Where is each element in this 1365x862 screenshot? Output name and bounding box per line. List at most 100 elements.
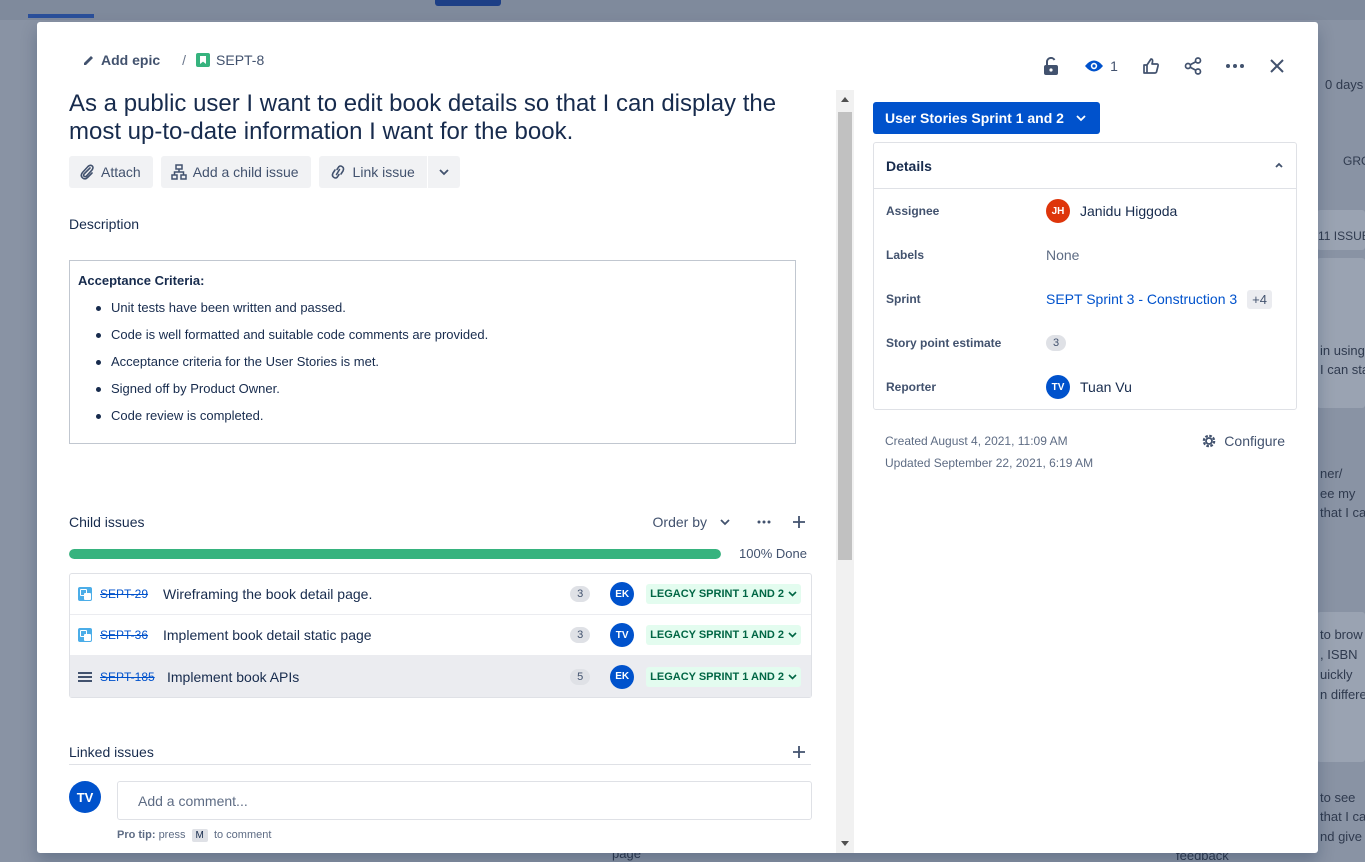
backdrop-text: 11 ISSUES [1318,229,1365,243]
assignee-label: Assignee [886,204,940,218]
avatar[interactable]: TV [610,623,635,647]
watch-count: 1 [1110,58,1118,74]
backdrop-text: ee my [1320,486,1356,501]
issue-sidebar: User Stories Sprint 1 and 2 Details Assi… [873,102,1297,474]
keyboard-shortcut: M [191,829,208,842]
acceptance-criteria-heading: Acceptance Criteria: [78,273,205,288]
issue-main-panel: As a public user I want to edit book det… [69,90,814,842]
child-issues-progress: 100% Done [69,546,811,561]
avatar: TV [69,781,101,813]
more-actions-button[interactable] [1214,50,1256,82]
status-dropdown[interactable]: LEGACY SPRINT 1 AND 2 [646,584,801,604]
add-epic-link[interactable]: Add epic [83,52,160,68]
child-issue-summary[interactable]: Wireframing the book detail page. [163,586,570,602]
share-button[interactable] [1172,50,1214,82]
comment-input[interactable]: Add a comment... [117,781,812,820]
story-icon [196,53,211,67]
add-child-issue-label: Add a child issue [192,164,299,180]
table-row[interactable]: SEPT-185 Implement book APIs 5 EK LEGACY… [70,656,811,697]
scroll-down-icon[interactable] [841,841,849,846]
chevron-up-icon [1275,162,1283,168]
issue-key-link[interactable]: SEPT-8 [196,52,264,68]
add-child-button[interactable] [787,510,811,534]
child-issues-header: Child issues Order by [69,510,811,534]
table-row[interactable]: SEPT-29 Wireframing the book detail page… [70,574,811,615]
table-row[interactable]: SEPT-36 Implement book detail static pag… [70,615,811,656]
story-points-badge: 3 [1046,335,1066,351]
backdrop-text: to see [1320,790,1356,805]
status-label: LEGACY SPRINT 1 AND 2 [650,670,784,683]
backdrop-text: ner/ [1320,466,1343,481]
close-button[interactable] [1256,50,1298,82]
add-linked-issue-button[interactable] [787,742,811,762]
more-sprints-badge[interactable]: +4 [1247,289,1272,309]
more-quick-actions-button[interactable] [427,156,460,188]
details-toggle[interactable]: Details [874,143,1296,189]
restrictions-button[interactable] [1030,50,1072,82]
watch-button[interactable]: 1 [1072,50,1130,82]
backdrop-topbar [0,0,1365,20]
status-dropdown[interactable]: LEGACY SPRINT 1 AND 2 [646,625,801,645]
backdrop-text: in using [1320,343,1365,358]
list-item: Code review is completed. [94,408,787,435]
comment-placeholder: Add a comment... [138,792,248,809]
child-issue-key[interactable]: SEPT-36 [100,628,155,642]
link-issue-button[interactable]: Link issue [318,156,427,188]
issue-title[interactable]: As a public user I want to edit book det… [69,90,804,146]
add-epic-label: Add epic [101,52,161,68]
vote-button[interactable] [1130,50,1172,82]
order-by-dropdown[interactable]: Order by [653,514,731,530]
avatar[interactable]: EK [610,582,635,606]
issue-modal: Add epic / SEPT-8 1 As a public user I w… [37,22,1318,853]
linked-issues-label: Linked issues [69,744,154,760]
story-points-badge: 3 [570,627,591,643]
scroll-up-icon[interactable] [841,97,849,102]
share-icon [1184,57,1202,75]
child-issue-key[interactable]: SEPT-185 [100,670,155,684]
chevron-down-icon [439,169,449,176]
status-label: LEGACY SPRINT 1 AND 2 [650,588,784,600]
paperclip-icon [80,164,94,180]
status-button[interactable]: User Stories Sprint 1 and 2 [873,102,1100,134]
assignee-value[interactable]: JH Janidu Higgoda [1046,199,1177,223]
eye-icon [1085,60,1104,72]
gear-icon [1202,434,1216,448]
lock-icon [1044,57,1058,75]
description-editor[interactable]: Acceptance Criteria: Unit tests have bee… [69,260,796,444]
link-issue-label: Link issue [352,164,415,180]
labels-value[interactable]: None [1046,247,1079,263]
main-panel-scrollbar[interactable] [836,90,854,853]
link-icon [331,165,344,179]
configure-label: Configure [1224,433,1285,449]
story-points-label: Story point estimate [886,336,1002,350]
child-issue-summary[interactable]: Implement book detail static page [163,627,570,643]
story-points-field: Story point estimate 3 [874,321,1296,365]
subtask-icon [78,628,92,642]
sprint-link[interactable]: SEPT Sprint 3 - Construction 3 [1046,291,1237,307]
backdrop-text: nd give [1320,829,1362,844]
avatar[interactable]: EK [610,664,635,689]
status-dropdown[interactable]: LEGACY SPRINT 1 AND 2 [646,666,801,687]
chevron-down-icon [788,591,797,597]
reporter-value[interactable]: TV Tuan Vu [1046,375,1132,399]
configure-button[interactable]: Configure [1200,430,1285,452]
scroll-thumb[interactable] [838,112,852,560]
linked-issues-header: Linked issues [69,742,811,765]
attach-button[interactable]: Attach [69,156,153,188]
backdrop-text: n differe [1320,687,1365,702]
backdrop-text: to brow [1320,627,1363,642]
progress-bar [69,548,721,559]
comment-composer: TV Add a comment... [69,781,814,820]
child-issue-key[interactable]: SEPT-29 [100,587,155,601]
child-issue-summary[interactable]: Implement book APIs [167,669,570,685]
sprint-label: Sprint [886,292,921,306]
progress-fill [69,548,721,559]
status-label: LEGACY SPRINT 1 AND 2 [650,629,784,641]
add-child-issue-button[interactable]: Add a child issue [160,156,311,188]
issue-quick-actions: Attach Add a child issue Link issue [69,156,814,188]
child-issues-more-button[interactable] [749,510,779,534]
story-points-value[interactable]: 3 [1046,335,1066,351]
backdrop-text: uickly [1320,667,1353,682]
backdrop-create-button [435,0,501,6]
chevron-down-icon [788,673,797,680]
